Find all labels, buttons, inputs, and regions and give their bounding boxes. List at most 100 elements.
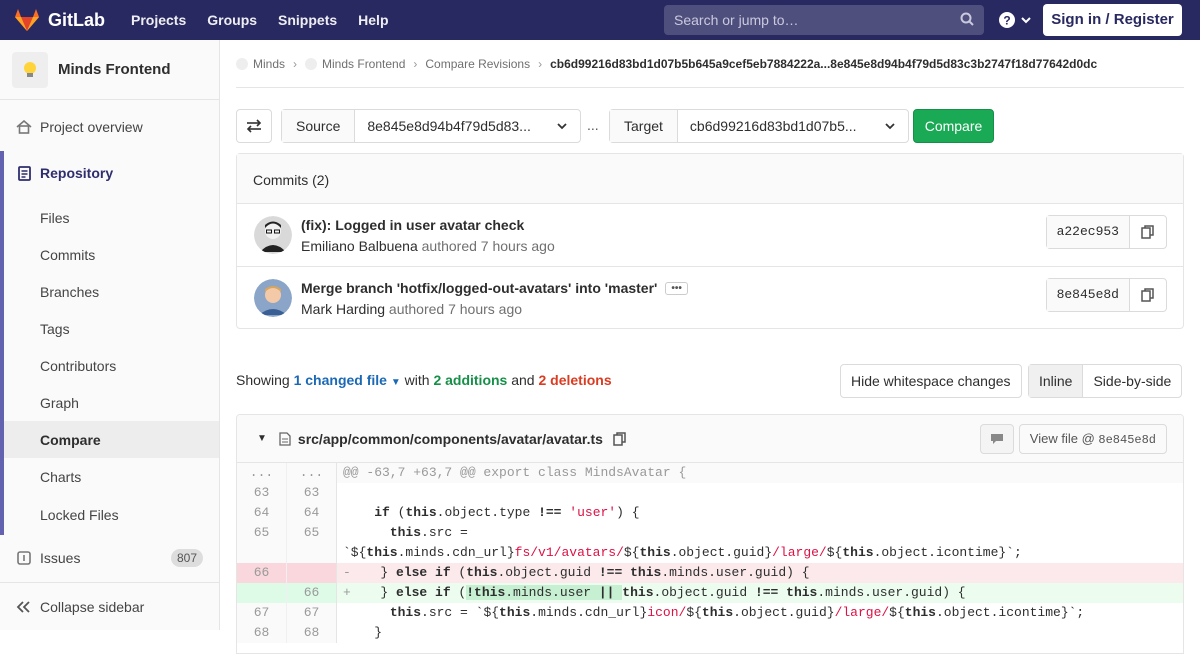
swap-icon — [246, 119, 262, 133]
new-line-number[interactable]: 66 — [287, 583, 337, 603]
changed-files-dropdown[interactable]: 1 changed file ▼ — [294, 372, 401, 388]
diff-line: 64 64 if (this.object.type !== 'user') { — [237, 503, 1183, 523]
summary-and: and — [511, 372, 535, 388]
copy-icon[interactable] — [1130, 279, 1166, 311]
commit-sha[interactable]: 8e845e8d — [1046, 279, 1130, 311]
breadcrumb-section[interactable]: Compare Revisions — [425, 57, 530, 71]
diff-file: ▼ src/app/common/components/avatar/avata… — [236, 414, 1184, 654]
source-dropdown[interactable]: 8e845e8d94b4f79d5d83... — [355, 110, 580, 142]
help-dropdown[interactable]: ? — [998, 11, 1032, 29]
sidebar-item-branches[interactable]: Branches — [4, 273, 219, 310]
search-input[interactable]: Search or jump to… — [664, 5, 984, 35]
target-label: Target — [610, 110, 678, 142]
sidebar-item-repository[interactable]: Repository — [4, 151, 219, 195]
source-selector[interactable]: Source 8e845e8d94b4f79d5d83... — [281, 109, 581, 143]
commits-panel: Commits (2) (fix): Logged in user avatar… — [236, 153, 1184, 329]
sign-in-button[interactable]: Sign in / Register — [1043, 4, 1182, 36]
diff-line-wrap: `${this.minds.cdn_url}fs/v1/avatars/${th… — [237, 543, 1183, 563]
diff-hunk-line: ...... @@ -63,7 +63,7 @@ export class Min… — [237, 463, 1183, 483]
range-ellipsis: ... — [587, 117, 599, 133]
commit-author-line: Emiliano Balbuena authored 7 hours ago — [301, 238, 555, 254]
chevron-down-icon — [556, 110, 568, 142]
search-icon — [960, 12, 974, 29]
sidebar-item-locked-files[interactable]: Locked Files — [4, 495, 219, 535]
view-file-button[interactable]: View file @ 8e845e8d — [1018, 424, 1167, 454]
commit-title[interactable]: Merge branch 'hotfix/logged-out-avatars'… — [301, 280, 657, 296]
diff-line-removed: 66 - } else if (this.object.guid !== this… — [237, 563, 1183, 583]
diff-lines: ...... @@ -63,7 +63,7 @@ export class Min… — [237, 463, 1183, 643]
comment-icon[interactable] — [979, 424, 1014, 454]
target-selector[interactable]: Target cb6d99216d83bd1d07b5... — [609, 109, 909, 143]
new-line-number[interactable]: 65 — [287, 523, 337, 543]
commit-author[interactable]: Emiliano Balbuena — [301, 238, 418, 254]
commit-sha[interactable]: a22ec953 — [1046, 216, 1130, 248]
new-line-number[interactable]: 63 — [287, 483, 337, 503]
target-dropdown[interactable]: cb6d99216d83bd1d07b5... — [678, 110, 908, 142]
more-horizontal-icon[interactable]: ••• — [665, 282, 688, 295]
nav-help[interactable]: Help — [358, 12, 388, 28]
old-line-number[interactable]: 68 — [237, 623, 287, 643]
top-nav-links: Projects Groups Snippets Help — [131, 12, 410, 28]
issues-icon — [16, 550, 32, 565]
old-line-number[interactable]: 67 — [237, 603, 287, 623]
svg-text:?: ? — [1003, 14, 1010, 28]
new-line-number[interactable]: 64 — [287, 503, 337, 523]
chevron-down-icon — [884, 110, 896, 142]
old-line-number[interactable]: 63 — [237, 483, 287, 503]
summary-with: with — [404, 372, 430, 388]
sidebar-item-commits[interactable]: Commits — [4, 236, 219, 273]
new-line-number: ... — [287, 463, 337, 483]
source-value: 8e845e8d94b4f79d5d83... — [367, 118, 531, 134]
question-icon: ? — [999, 12, 1015, 28]
nav-snippets[interactable]: Snippets — [278, 12, 337, 28]
swap-revisions-button[interactable] — [236, 109, 272, 143]
old-line-number[interactable]: 65 — [237, 523, 287, 543]
sidebar-item-tags[interactable]: Tags — [4, 310, 219, 347]
collapse-sidebar-button[interactable]: Collapse sidebar — [0, 582, 219, 630]
commit-meta: authored 7 hours ago — [421, 238, 555, 254]
new-line-number[interactable]: 67 — [287, 603, 337, 623]
file-path[interactable]: src/app/common/components/avatar/avatar.… — [298, 431, 603, 447]
copy-icon[interactable] — [1130, 216, 1166, 248]
breadcrumb-current[interactable]: cb6d99216d83bd1d07b5b645a9cef5eb7884222a… — [550, 57, 1097, 71]
nav-groups[interactable]: Groups — [207, 12, 257, 28]
avatar[interactable] — [254, 216, 292, 254]
gitlab-logo[interactable]: GitLab — [14, 0, 105, 40]
old-line-number[interactable]: 66 — [237, 563, 287, 583]
diff-line: 65 65 this.src = — [237, 523, 1183, 543]
side-by-side-button[interactable]: Side-by-side — [1083, 365, 1181, 397]
summary-showing: Showing — [236, 372, 290, 388]
sidebar-item-charts[interactable]: Charts — [4, 458, 219, 495]
collapse-caret-icon[interactable]: ▼ — [257, 433, 267, 444]
avatar[interactable] — [254, 279, 292, 317]
copy-icon[interactable] — [613, 431, 627, 446]
new-line-number[interactable]: 68 — [287, 623, 337, 643]
old-line-number[interactable]: 64 — [237, 503, 287, 523]
diff-file-header: ▼ src/app/common/components/avatar/avata… — [237, 415, 1183, 463]
view-file-sha: 8e845e8d — [1098, 433, 1156, 447]
view-file-label: View file @ — [1029, 431, 1095, 446]
sidebar-item-issues[interactable]: Issues 807 — [0, 539, 219, 576]
hide-whitespace-button[interactable]: Hide whitespace changes — [840, 364, 1022, 398]
commit-title[interactable]: (fix): Logged in user avatar check — [301, 217, 524, 233]
sidebar-item-label: Project overview — [40, 118, 143, 135]
sidebar-item-graph[interactable]: Graph — [4, 384, 219, 421]
breadcrumb-group[interactable]: Minds — [253, 57, 285, 71]
sidebar-item-compare[interactable]: Compare — [4, 421, 219, 458]
inline-view-button[interactable]: Inline — [1029, 365, 1084, 397]
diff-line: 68 68 } — [237, 623, 1183, 643]
nav-projects[interactable]: Projects — [131, 12, 186, 28]
commit-sha-group: a22ec953 — [1045, 215, 1167, 249]
sidebar-item-contributors[interactable]: Contributors — [4, 347, 219, 384]
sidebar-item-project-overview[interactable]: Project overview — [0, 108, 219, 145]
group-avatar — [236, 57, 248, 70]
breadcrumb-project[interactable]: Minds Frontend — [322, 57, 405, 71]
project-header[interactable]: Minds Frontend — [0, 40, 219, 100]
commit-author[interactable]: Mark Harding — [301, 301, 385, 317]
project-avatar — [12, 51, 48, 88]
compare-button[interactable]: Compare — [913, 109, 994, 143]
old-line-number — [237, 583, 287, 603]
sidebar-item-files[interactable]: Files — [4, 199, 219, 236]
code-line: `${this.minds.cdn_url}fs/v1/avatars/${th… — [343, 545, 1022, 560]
